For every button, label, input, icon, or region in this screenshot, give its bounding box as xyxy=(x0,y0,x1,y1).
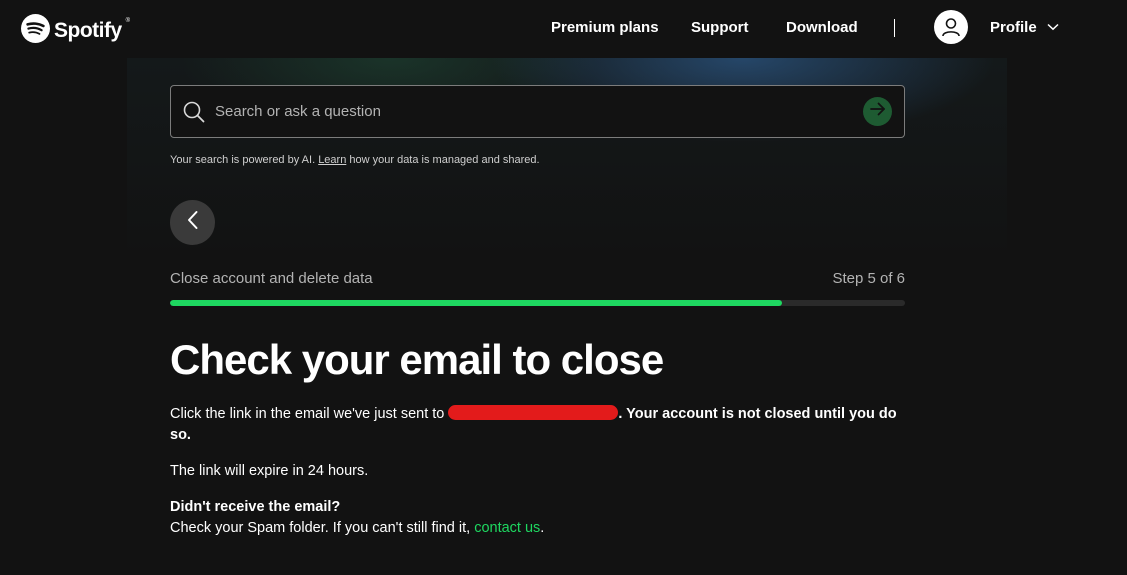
ai-disclaimer: Your search is powered by AI. Learn how … xyxy=(170,154,540,166)
help-text: Check your Spam folder. If you can't sti… xyxy=(170,520,475,536)
nav-download[interactable]: Download xyxy=(786,19,858,36)
back-button[interactable] xyxy=(170,200,215,245)
contact-us-link[interactable]: contact us xyxy=(474,520,540,536)
learn-link[interactable]: Learn xyxy=(318,154,346,166)
redacted-email xyxy=(448,405,619,420)
progress-bar xyxy=(170,300,905,306)
logo-wordmark: Spotify xyxy=(54,19,122,42)
step-indicator: Step 5 of 6 xyxy=(832,270,905,287)
trademark-symbol: ® xyxy=(125,18,131,24)
user-icon xyxy=(934,10,968,44)
spotify-logo[interactable]: Spotify ® xyxy=(21,14,130,48)
search-box[interactable] xyxy=(170,85,905,138)
help-end: . xyxy=(540,520,545,536)
chevron-left-icon xyxy=(186,210,200,235)
help-section: Didn't receive the email? Check your Spa… xyxy=(170,497,905,539)
search-submit-button[interactable] xyxy=(863,97,892,126)
spotify-logo-icon xyxy=(21,14,50,48)
top-nav: Spotify ® Premium plans Support Download… xyxy=(0,0,1127,58)
search-icon xyxy=(183,101,205,128)
profile-menu-button[interactable]: Profile xyxy=(934,10,1059,44)
arrow-right-icon xyxy=(869,100,887,123)
chevron-down-icon xyxy=(1047,23,1059,31)
progress-fill xyxy=(170,300,783,306)
email-sent-prefix: Click the link in the email we've just s… xyxy=(170,406,449,422)
page-title: Check your email to close xyxy=(170,336,664,383)
ai-note-suffix: how your data is managed and shared. xyxy=(346,154,540,166)
search-input[interactable] xyxy=(215,86,845,137)
email-sent-message: Click the link in the email we've just s… xyxy=(170,404,905,446)
expiry-message: The link will expire in 24 hours. xyxy=(170,463,369,479)
nav-divider xyxy=(894,19,895,37)
ai-note-prefix: Your search is powered by AI. xyxy=(170,154,319,166)
nav-support[interactable]: Support xyxy=(691,19,749,36)
nav-premium-plans[interactable]: Premium plans xyxy=(551,19,659,36)
profile-label: Profile xyxy=(990,18,1037,36)
help-heading: Didn't receive the email? xyxy=(170,499,341,515)
flow-title: Close account and delete data xyxy=(170,270,373,287)
